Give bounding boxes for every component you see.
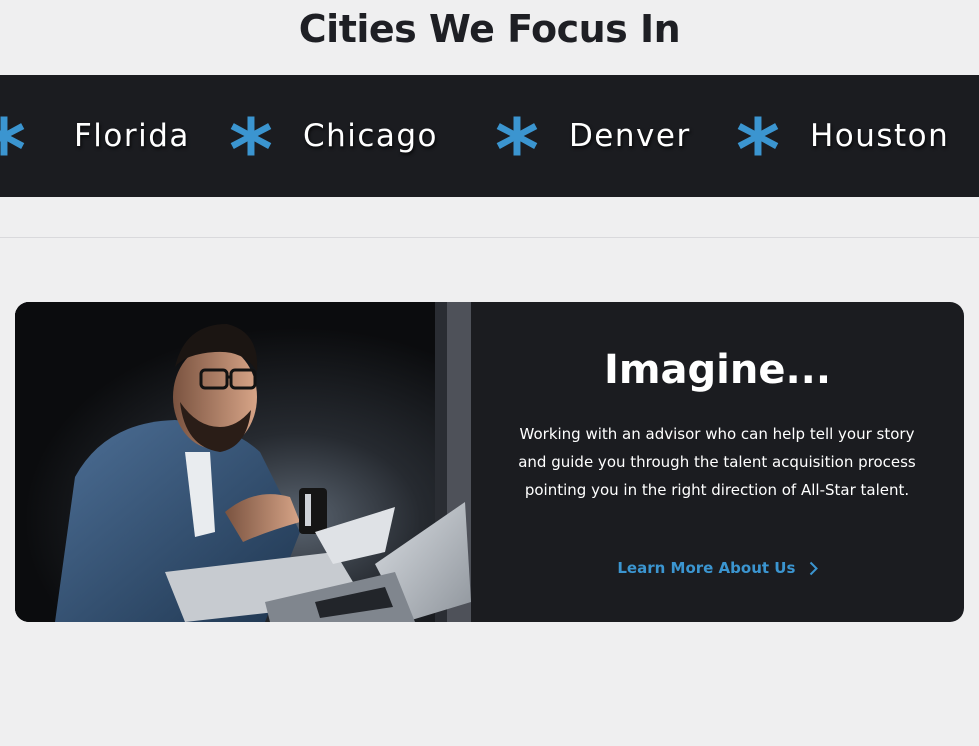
asterisk-icon: * bbox=[736, 101, 780, 197]
ticker-item-chicago: * Chicago bbox=[229, 75, 438, 197]
card-body-text: Working with an advisor who can help tel… bbox=[518, 425, 916, 499]
section-divider bbox=[0, 237, 979, 238]
learn-more-link[interactable]: Learn More About Us bbox=[471, 556, 964, 580]
asterisk-icon: * bbox=[0, 108, 26, 192]
learn-more-label: Learn More About Us bbox=[617, 559, 796, 577]
ticker-item-houston: * Houston bbox=[736, 75, 949, 197]
card-content: Imagine... Working with an advisor who c… bbox=[471, 302, 964, 622]
ticker-city-label: Chicago bbox=[302, 118, 439, 154]
page: Cities We Focus In * Florida * Chicago *… bbox=[0, 0, 979, 746]
ticker-item-florida: * Florida bbox=[0, 75, 190, 197]
imagine-card: Imagine... Working with an advisor who c… bbox=[15, 302, 964, 622]
ticker-city-label: Denver bbox=[568, 118, 691, 154]
asterisk-icon: * bbox=[495, 101, 539, 197]
ticker-city-label: Florida bbox=[73, 118, 190, 154]
chevron-right-icon bbox=[809, 561, 818, 576]
card-heading: Imagine... bbox=[603, 347, 832, 393]
man-with-laptop-photo bbox=[15, 302, 471, 622]
cities-ticker: * Florida * Chicago * Denver * Houston bbox=[0, 75, 979, 197]
asterisk-icon: * bbox=[229, 101, 273, 197]
section-title: Cities We Focus In bbox=[298, 7, 681, 51]
ticker-item-denver: * Denver bbox=[495, 75, 691, 197]
ticker-city-label: Houston bbox=[809, 118, 950, 154]
